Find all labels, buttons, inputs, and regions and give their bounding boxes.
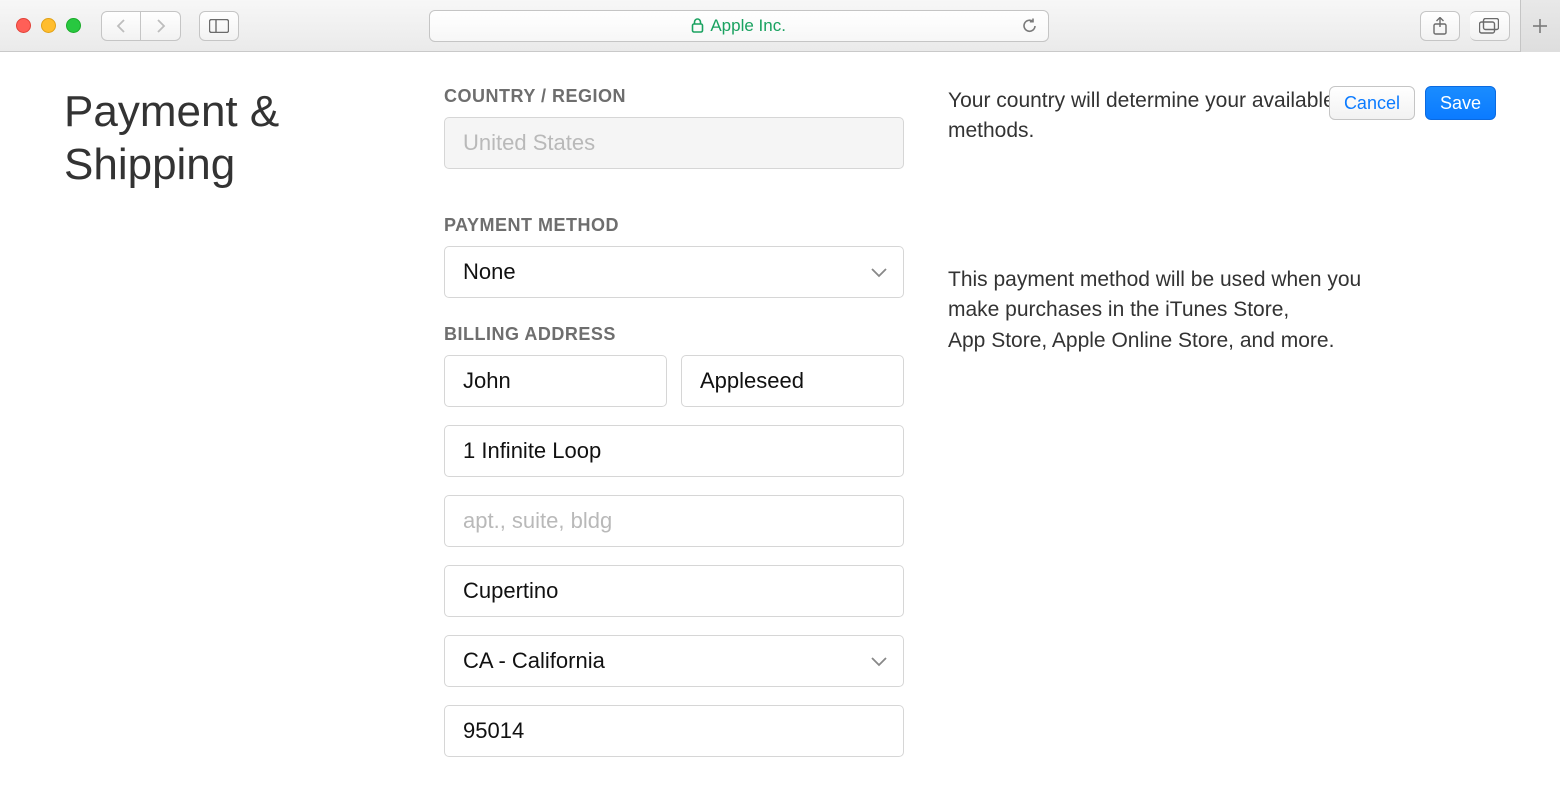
payment-method-help: This payment method will be used when yo… xyxy=(948,265,1378,356)
street1-field[interactable] xyxy=(444,425,904,477)
address-bar[interactable]: Apple Inc. xyxy=(429,10,1049,42)
country-region-input xyxy=(444,117,904,169)
back-button[interactable] xyxy=(101,11,141,41)
payment-method-select[interactable] xyxy=(444,246,904,298)
reload-button[interactable] xyxy=(1021,17,1038,34)
zip-field[interactable] xyxy=(444,705,904,757)
tabs-overview-button[interactable] xyxy=(1470,11,1510,41)
share-button[interactable] xyxy=(1420,11,1460,41)
sidebar-toggle-button[interactable] xyxy=(199,11,239,41)
nav-back-forward xyxy=(101,11,181,41)
page-content: Payment & Shipping COUNTRY / REGION PAYM… xyxy=(0,52,1560,757)
page-title: Payment & Shipping xyxy=(64,86,444,192)
payment-method-label: PAYMENT METHOD xyxy=(444,215,904,236)
window-controls xyxy=(16,18,81,33)
payment-method-section: PAYMENT METHOD BILLING ADDRESS xyxy=(444,215,904,757)
action-buttons: Cancel Save xyxy=(1329,86,1496,120)
forward-button[interactable] xyxy=(141,11,181,41)
billing-address-label: BILLING ADDRESS xyxy=(444,324,904,345)
country-region-help: Your country will determine your availab… xyxy=(948,86,1378,147)
city-field[interactable] xyxy=(444,565,904,617)
save-button[interactable]: Save xyxy=(1425,86,1496,120)
state-select[interactable] xyxy=(444,635,904,687)
first-name-field[interactable] xyxy=(444,355,667,407)
zoom-window-button[interactable] xyxy=(66,18,81,33)
cancel-button[interactable]: Cancel xyxy=(1329,86,1415,120)
lock-icon xyxy=(691,18,704,33)
address-label: Apple Inc. xyxy=(710,16,786,36)
street2-field[interactable] xyxy=(444,495,904,547)
new-tab-button[interactable] xyxy=(1520,0,1560,52)
toolbar-right xyxy=(1420,0,1550,52)
country-region-label: COUNTRY / REGION xyxy=(444,86,904,107)
minimize-window-button[interactable] xyxy=(41,18,56,33)
last-name-field[interactable] xyxy=(681,355,904,407)
country-region-section: COUNTRY / REGION xyxy=(444,86,904,169)
close-window-button[interactable] xyxy=(16,18,31,33)
browser-toolbar: Apple Inc. xyxy=(0,0,1560,52)
